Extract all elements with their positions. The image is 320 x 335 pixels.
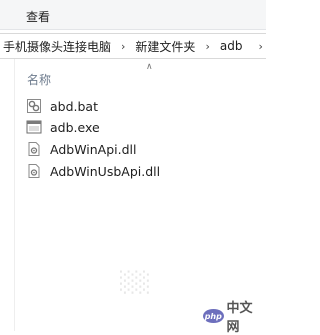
file-name: abd.bat (50, 98, 98, 114)
chevron-right-icon[interactable]: › (198, 40, 216, 53)
breadcrumb-item-2[interactable]: 新建文件夹 (132, 38, 198, 55)
batch-file-icon (26, 98, 42, 114)
file-name: AdbWinApi.dll (50, 141, 137, 157)
site-watermark-text: 中文网 (226, 301, 253, 335)
file-name: adb.exe (50, 119, 100, 135)
chevron-right-icon[interactable]: › (251, 40, 266, 53)
php-logo-icon: php (203, 309, 224, 323)
file-name: AdbWinUsbApi.dll (50, 163, 161, 179)
exe-file-icon (26, 119, 42, 135)
file-row[interactable]: AdbWinUsbApi.dll (26, 161, 226, 181)
breadcrumb-item-1[interactable]: 手机摄像头连接电脑 (0, 38, 114, 55)
dll-file-icon (26, 141, 42, 157)
watermark-shape: ░░ (120, 270, 151, 294)
sort-up-icon: ∧ (146, 62, 153, 72)
site-watermark-logo: php 中文网 (203, 301, 263, 335)
chevron-right-icon[interactable]: › (114, 40, 132, 53)
breadcrumb-item-3[interactable]: adb (217, 39, 246, 53)
navigation-pane[interactable] (0, 59, 15, 331)
dll-file-icon (26, 163, 42, 179)
menu-view[interactable]: 查看 (26, 8, 50, 25)
file-row[interactable]: adb.exe (26, 117, 226, 137)
file-row[interactable]: AdbWinApi.dll (26, 139, 226, 159)
file-row[interactable]: abd.bat (26, 96, 226, 116)
column-header-name[interactable]: 名称 (27, 71, 51, 88)
address-bar[interactable]: 手机摄像头连接电脑 › 新建文件夹 › adb › (0, 33, 266, 59)
menu-bar: 查看 (0, 0, 266, 30)
